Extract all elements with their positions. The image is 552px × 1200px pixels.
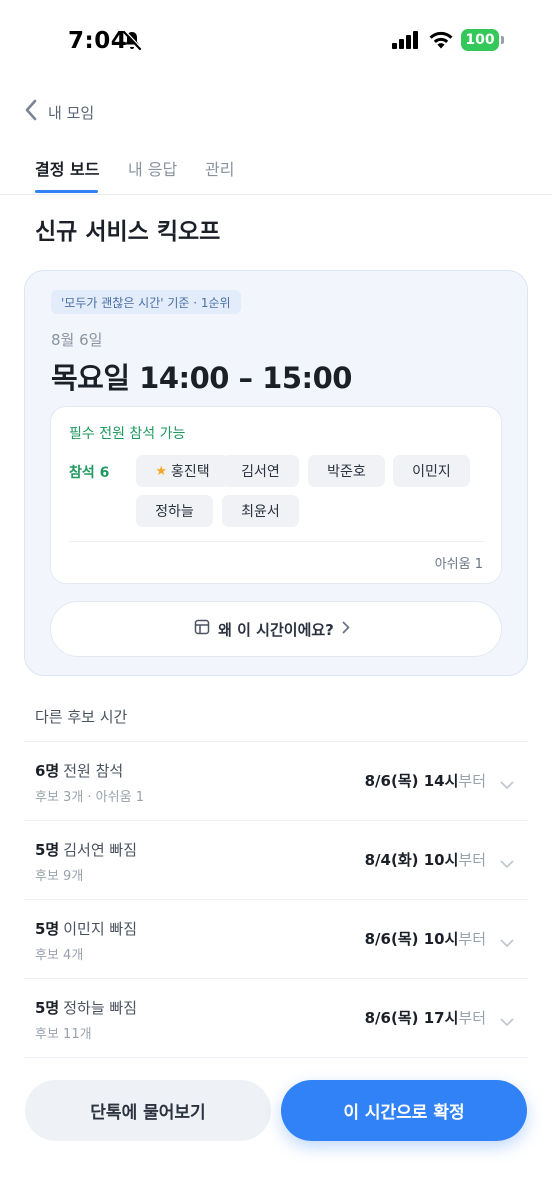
recommendation-card: '모두가 괜찮은 시간' 기준 · 1순위 8월 6일 목요일 14:00 – … xyxy=(24,270,528,676)
chevron-right-icon xyxy=(342,620,358,638)
candidate-date: 8/4(화) 10시 xyxy=(364,851,459,869)
candidate-suffix: 부터 xyxy=(458,772,486,790)
candidate-row[interactable]: 5명 이민지 빠짐 후보 4개 8/6(목) 10시부터 xyxy=(24,899,528,978)
candidate-suffix: 부터 xyxy=(458,930,486,948)
attendee-chip: 이민지 xyxy=(393,455,470,487)
bell-slash-icon xyxy=(122,30,142,56)
recommended-time: 목요일 14:00 – 15:00 xyxy=(51,361,352,395)
candidate-date: 8/6(목) 17시 xyxy=(364,1009,459,1027)
back-button[interactable]: 내 모임 xyxy=(24,96,94,128)
candidate-count: 5명 xyxy=(35,920,60,938)
page-title: 신규 서비스 킥오프 xyxy=(35,219,221,245)
candidate-desc: 김서연 빠짐 xyxy=(63,841,138,859)
candidate-time: 8/4(화) 10시부터 xyxy=(365,849,486,870)
attendee-chip: 최윤서 xyxy=(222,495,299,527)
attendee-chip: ★ 홍진택 xyxy=(136,455,229,487)
confirm-time-button[interactable]: 이 시간으로 확정 xyxy=(281,1080,527,1141)
candidate-suffix: 부터 xyxy=(458,1009,486,1027)
tab-my-response[interactable]: 내 응답 xyxy=(128,156,177,180)
candidate-desc: 전원 참석 xyxy=(63,762,124,780)
other-candidates-heading: 다른 후보 시간 xyxy=(35,708,128,726)
status-time: 7:04 xyxy=(68,28,128,54)
candidate-row[interactable]: 5명 정하늘 빠짐 후보 11개 8/6(목) 17시부터 xyxy=(24,978,528,1057)
candidate-summary: 6명 전원 참석 xyxy=(35,760,123,781)
chevron-left-icon xyxy=(24,98,38,126)
attendee-name: 정하늘 xyxy=(155,504,194,520)
regret-count: 아쉬움 1 xyxy=(434,557,483,572)
tab-decision-board[interactable]: 결정 보드 xyxy=(35,156,99,180)
candidate-sub: 후보 4개 xyxy=(35,948,84,963)
candidate-summary: 5명 이민지 빠짐 xyxy=(35,918,137,939)
candidate-date: 8/6(목) 14시 xyxy=(364,772,459,790)
attendee-name: 김서연 xyxy=(241,464,280,480)
candidate-desc: 정하늘 빠짐 xyxy=(63,999,138,1017)
attendee-count: 참석 6 xyxy=(69,465,110,481)
candidate-sub: 후보 11개 xyxy=(35,1027,92,1042)
candidate-list: 6명 전원 참석 후보 3개 · 아쉬움 1 8/6(목) 14시부터 5명 김서연… xyxy=(24,741,528,1087)
candidate-sub: 후보 3개 · 아쉬움 1 xyxy=(35,790,144,805)
chevron-down-icon xyxy=(500,1012,514,1031)
candidate-count: 5명 xyxy=(35,999,60,1017)
attendance-box: 필수 전원 참석 가능 참석 6 ★ 홍진택 김서연 박준호 이민지 정하늘 최… xyxy=(50,406,502,584)
rank-badge: '모두가 괜찮은 시간' 기준 · 1순위 xyxy=(51,290,241,314)
attendee-name: 박준호 xyxy=(327,464,366,480)
attendee-chip: 박준호 xyxy=(308,455,385,487)
why-this-time-button[interactable]: 왜 이 시간이에요? xyxy=(50,601,502,657)
attendee-name: 홍진택 xyxy=(171,464,210,480)
candidate-time: 8/6(목) 17시부터 xyxy=(365,1007,486,1028)
candidate-count: 5명 xyxy=(35,841,60,859)
status-bar: 7:04 100 xyxy=(0,0,552,84)
attendee-name: 최윤서 xyxy=(241,504,280,520)
divider xyxy=(69,541,485,542)
candidate-sub: 후보 9개 xyxy=(35,869,84,884)
recommended-date: 8월 6일 xyxy=(51,331,103,349)
candidate-time: 8/6(목) 14시부터 xyxy=(365,770,486,791)
ask-group-chat-button[interactable]: 단톡에 물어보기 xyxy=(25,1080,271,1141)
star-icon: ★ xyxy=(155,463,167,479)
required-attendance-note: 필수 전원 참석 가능 xyxy=(69,426,186,442)
wifi-icon xyxy=(428,30,454,54)
candidate-summary: 5명 김서연 빠짐 xyxy=(35,839,137,860)
candidate-date: 8/6(목) 10시 xyxy=(364,930,459,948)
candidate-time: 8/6(목) 10시부터 xyxy=(365,928,486,949)
signal-icon xyxy=(392,31,420,53)
candidate-desc: 이민지 빠짐 xyxy=(63,920,138,938)
candidate-suffix: 부터 xyxy=(458,851,486,869)
back-label: 내 모임 xyxy=(48,103,95,122)
tab-active-indicator xyxy=(35,190,98,193)
candidate-row[interactable]: 5명 김서연 빠짐 후보 9개 8/4(화) 10시부터 xyxy=(24,820,528,899)
battery-indicator: 100 xyxy=(461,29,499,51)
chevron-down-icon xyxy=(500,854,514,873)
tab-bar: 결정 보드 내 응답 관리 xyxy=(0,150,552,195)
layout-icon xyxy=(194,619,218,639)
candidate-row[interactable]: 6명 전원 참석 후보 3개 · 아쉬움 1 8/6(목) 14시부터 xyxy=(24,741,528,820)
attendee-name: 이민지 xyxy=(412,464,451,480)
attendee-chip: 정하늘 xyxy=(136,495,213,527)
why-button-label: 왜 이 시간이에요? xyxy=(218,620,334,639)
tab-manage[interactable]: 관리 xyxy=(205,156,234,180)
candidate-count: 6명 xyxy=(35,762,60,780)
chevron-down-icon xyxy=(500,775,514,794)
attendee-chip: 김서연 xyxy=(222,455,299,487)
battery-tip xyxy=(501,36,504,44)
candidate-summary: 5명 정하늘 빠짐 xyxy=(35,997,137,1018)
chevron-down-icon xyxy=(500,933,514,952)
